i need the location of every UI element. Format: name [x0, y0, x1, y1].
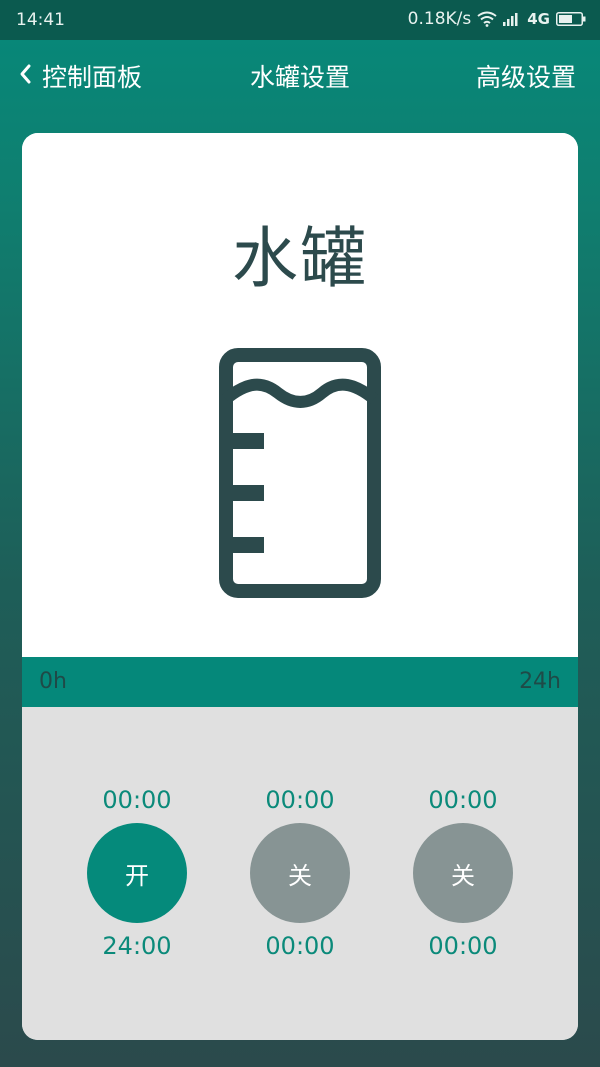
- slot-start-time[interactable]: 00:00: [77, 785, 197, 815]
- battery-icon: [556, 12, 586, 26]
- slot-start-time[interactable]: 00:00: [240, 785, 360, 815]
- timeline-bar[interactable]: 0h 24h: [22, 657, 578, 707]
- nav-bar: 控制面板 水罐设置 高级设置: [0, 40, 600, 110]
- slot-end-time[interactable]: 24:00: [77, 931, 197, 961]
- net-speed: 0.18K/s: [407, 9, 472, 29]
- schedule-slot-1: 00:00 开 24:00: [77, 785, 197, 961]
- device-card: 水罐 0h 24h 00:00 开 24:00 00:00 关 00:00 00…: [22, 133, 578, 1040]
- slot-toggle-button[interactable]: 开: [87, 823, 187, 923]
- network-type: 4G: [527, 10, 550, 28]
- schedule-slot-3: 00:00 关 00:00: [403, 785, 523, 961]
- slot-end-time[interactable]: 00:00: [240, 931, 360, 961]
- status-right: 0.18K/s 4G: [408, 9, 586, 29]
- wifi-icon: [477, 11, 497, 27]
- slot-end-time[interactable]: 00:00: [403, 931, 523, 961]
- timeline-end-label: 24h: [519, 669, 561, 694]
- device-name: 水罐: [232, 220, 368, 297]
- slot-toggle-button[interactable]: 关: [413, 823, 513, 923]
- water-tank-icon: [218, 347, 382, 603]
- status-bar: 14:41 0.18K/s 4G: [0, 0, 600, 40]
- advanced-settings-button[interactable]: 高级设置: [476, 58, 576, 94]
- status-time: 14:41: [16, 10, 65, 30]
- signal-icon: [503, 12, 521, 26]
- device-header: 水罐: [22, 133, 578, 657]
- slot-toggle-button[interactable]: 关: [250, 823, 350, 923]
- schedule-panel: 00:00 开 24:00 00:00 关 00:00 00:00 关 00:0…: [22, 707, 578, 1040]
- slot-start-time[interactable]: 00:00: [403, 785, 523, 815]
- schedule-slot-2: 00:00 关 00:00: [240, 785, 360, 961]
- timeline-start-label: 0h: [39, 669, 67, 694]
